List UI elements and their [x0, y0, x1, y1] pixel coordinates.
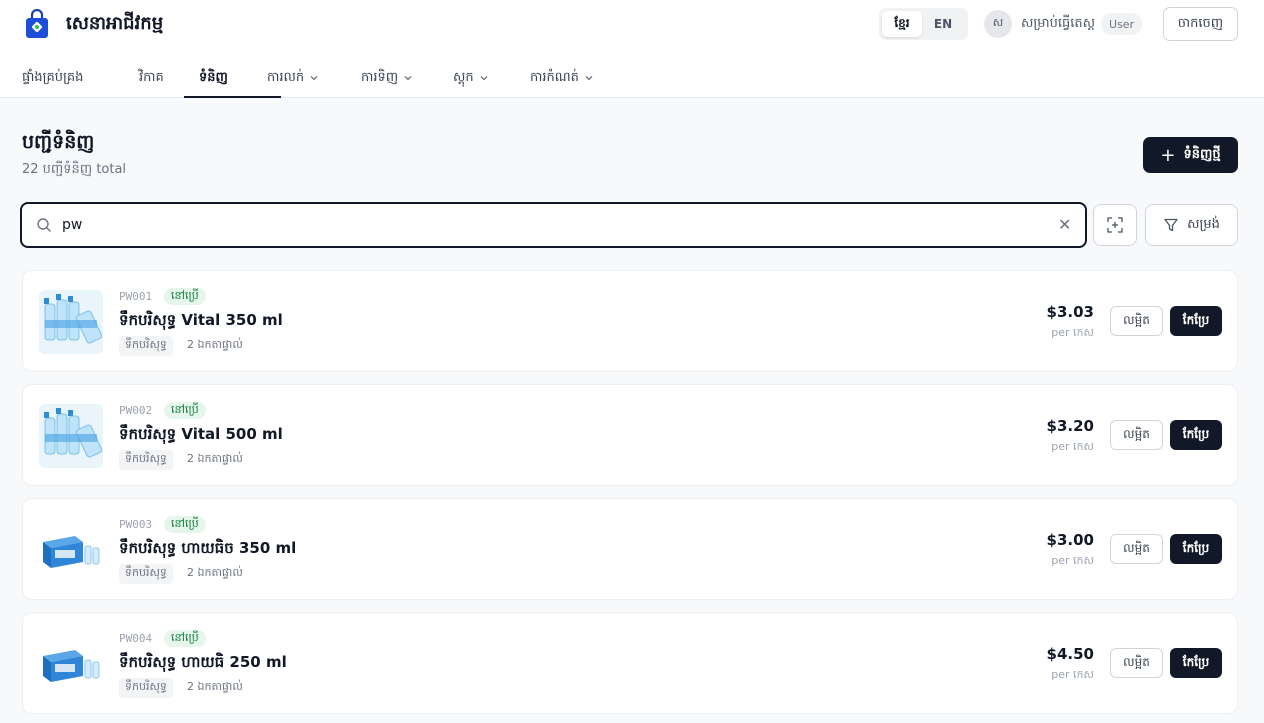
- nav-label: ការទិញ: [361, 69, 399, 85]
- view-details-button[interactable]: លម្អិត: [1110, 306, 1163, 336]
- product-image: [39, 290, 103, 354]
- product-image: [39, 404, 103, 468]
- nav-purchases[interactable]: ការទិញ: [361, 58, 453, 98]
- user-name: សម្រាប់ធ្វើតេស្ត: [1021, 15, 1096, 31]
- category-tag: ទឹកបរិសុទ្ធ: [119, 564, 173, 584]
- role-badge: User: [1101, 13, 1143, 35]
- nav-label: វិកាគ: [139, 69, 164, 85]
- new-product-label: ទំនិញថ្មី: [1183, 146, 1221, 162]
- category-tag: ទឹកបរិសុទ្ធ: [119, 450, 173, 470]
- product-card[interactable]: PW001 នៅប្រើទឹកបរិសុទ្ធ Vital 350 ml ទឹកបរ…: [22, 270, 1238, 372]
- product-sku: PW003: [119, 518, 153, 531]
- scan-icon: [1107, 217, 1123, 233]
- status-badge: នៅប្រើ: [164, 402, 206, 419]
- edit-button[interactable]: កែប្រែ: [1170, 420, 1222, 450]
- category-tag: ទឹកបរិសុទ្ធ: [119, 678, 173, 698]
- edit-button[interactable]: កែប្រែ: [1170, 648, 1222, 678]
- nav-settings[interactable]: ការកំណត់: [530, 58, 620, 98]
- nav-label: ការកំណត់: [530, 69, 579, 85]
- edit-button[interactable]: កែប្រែ: [1170, 306, 1222, 336]
- plus-icon: +: [1160, 144, 1176, 166]
- view-details-button[interactable]: លម្អិត: [1110, 534, 1163, 564]
- lang-khmer-button[interactable]: ខ្មែរ: [882, 11, 922, 37]
- search-icon: [37, 218, 51, 232]
- product-price: $3.20: [1046, 417, 1094, 435]
- nav-invoice[interactable]: វិកាគ: [139, 58, 201, 98]
- status-badge: នៅប្រើ: [164, 288, 206, 305]
- search-input[interactable]: [62, 214, 1042, 236]
- chevron-down-icon: [404, 76, 412, 81]
- filter-button[interactable]: សម្រង់: [1145, 204, 1238, 246]
- product-sku: PW002: [119, 404, 153, 417]
- chevron-down-icon: [310, 76, 318, 81]
- nav-sales[interactable]: ការលក់: [267, 58, 361, 98]
- product-card[interactable]: PW003 នៅប្រើទឹកបរិសុទ្ធ ហាយធិច 350 ml ទឹកប…: [22, 498, 1238, 600]
- brand[interactable]: សេនាអាជីវកម្ម: [24, 8, 164, 39]
- unit-count: 2 ឯកតាផ្ទាល់: [187, 338, 243, 351]
- price-unit: per កេស: [1051, 326, 1094, 339]
- product-name: ទឹកបរិសុទ្ធ Vital 350 ml: [119, 311, 283, 329]
- product-sku: PW004: [119, 632, 153, 645]
- search-box: ✕: [20, 202, 1087, 248]
- chevron-down-icon: [480, 76, 488, 81]
- page-title: បញ្ជីទំនិញ: [22, 131, 95, 153]
- new-product-button[interactable]: + ទំនិញថ្មី: [1143, 137, 1238, 173]
- filter-icon: [1164, 218, 1178, 232]
- clear-icon[interactable]: ✕: [1058, 215, 1071, 234]
- status-badge: នៅប្រើ: [164, 516, 206, 533]
- shopping-bag-icon: [24, 8, 50, 39]
- user-info[interactable]: ស សម្រាប់ធ្វើតេស្ត User: [984, 10, 1143, 38]
- category-tag: ទឹកបរិសុទ្ធ: [119, 336, 173, 356]
- price-unit: per កេស: [1051, 668, 1094, 681]
- product-sku: PW001: [119, 290, 153, 303]
- filter-label: សម្រង់: [1187, 216, 1220, 232]
- status-badge: នៅប្រើ: [164, 630, 206, 647]
- view-details-button[interactable]: លម្អិត: [1110, 648, 1163, 678]
- scan-button[interactable]: [1093, 204, 1137, 246]
- product-price: $3.03: [1046, 303, 1094, 321]
- nav-dashboard[interactable]: ផ្ទាំងគ្រប់គ្រង: [22, 58, 139, 98]
- view-details-button[interactable]: លម្អិត: [1110, 420, 1163, 450]
- product-count: 22 បញ្ជីទំនិញ total: [22, 162, 127, 177]
- product-price: $3.00: [1046, 531, 1094, 549]
- avatar: ស: [984, 10, 1012, 38]
- nav-label: ផ្ទាំងគ្រប់គ្រង: [22, 69, 84, 85]
- nav-label: ការលក់: [267, 69, 305, 85]
- product-card[interactable]: PW004 នៅប្រើទឹកបរិសុទ្ធ ហាយធិ 250 ml ទឹកបរ…: [22, 612, 1238, 714]
- product-name: ទឹកបរិសុទ្ធ Vital 500 ml: [119, 425, 283, 443]
- unit-count: 2 ឯកតាផ្ទាល់: [187, 566, 243, 579]
- nav-label: ស្តុក: [453, 69, 474, 85]
- nav-label: ទំនិញ: [199, 69, 228, 85]
- unit-count: 2 ឯកតាផ្ទាល់: [187, 452, 243, 465]
- product-card[interactable]: PW002 នៅប្រើទឹកបរិសុទ្ធ Vital 500 ml ទឹកបរ…: [22, 384, 1238, 486]
- language-switcher: ខ្មែរ EN: [879, 8, 968, 40]
- product-image: [39, 632, 103, 696]
- product-price: $4.50: [1046, 645, 1094, 663]
- main-nav: ផ្ទាំងគ្រប់គ្រង វិកាគ ទំនិញ ការលក់ ការទិ…: [22, 58, 620, 98]
- price-unit: per កេស: [1051, 554, 1094, 567]
- logout-button[interactable]: ចាកចេញ: [1163, 7, 1238, 41]
- price-unit: per កេស: [1051, 440, 1094, 453]
- product-name: ទឹកបរិសុទ្ធ ហាយធិច 350 ml: [119, 539, 297, 557]
- top-header: សេនាអាជីវកម្ម ខ្មែរ EN ស សម្រាប់ធ្វើតេស្…: [0, 0, 1264, 98]
- product-name: ទឹកបរិសុទ្ធ ហាយធិ 250 ml: [119, 653, 287, 671]
- product-image: [39, 518, 103, 582]
- app-name: សេនាអាជីវកម្ម: [66, 12, 164, 34]
- nav-products[interactable]: ទំនិញ: [184, 58, 281, 98]
- nav-stock[interactable]: ស្តុក: [453, 58, 530, 98]
- edit-button[interactable]: កែប្រែ: [1170, 534, 1222, 564]
- chevron-down-icon: [585, 76, 593, 81]
- lang-english-button[interactable]: EN: [922, 11, 964, 37]
- unit-count: 2 ឯកតាផ្ទាល់: [187, 680, 243, 693]
